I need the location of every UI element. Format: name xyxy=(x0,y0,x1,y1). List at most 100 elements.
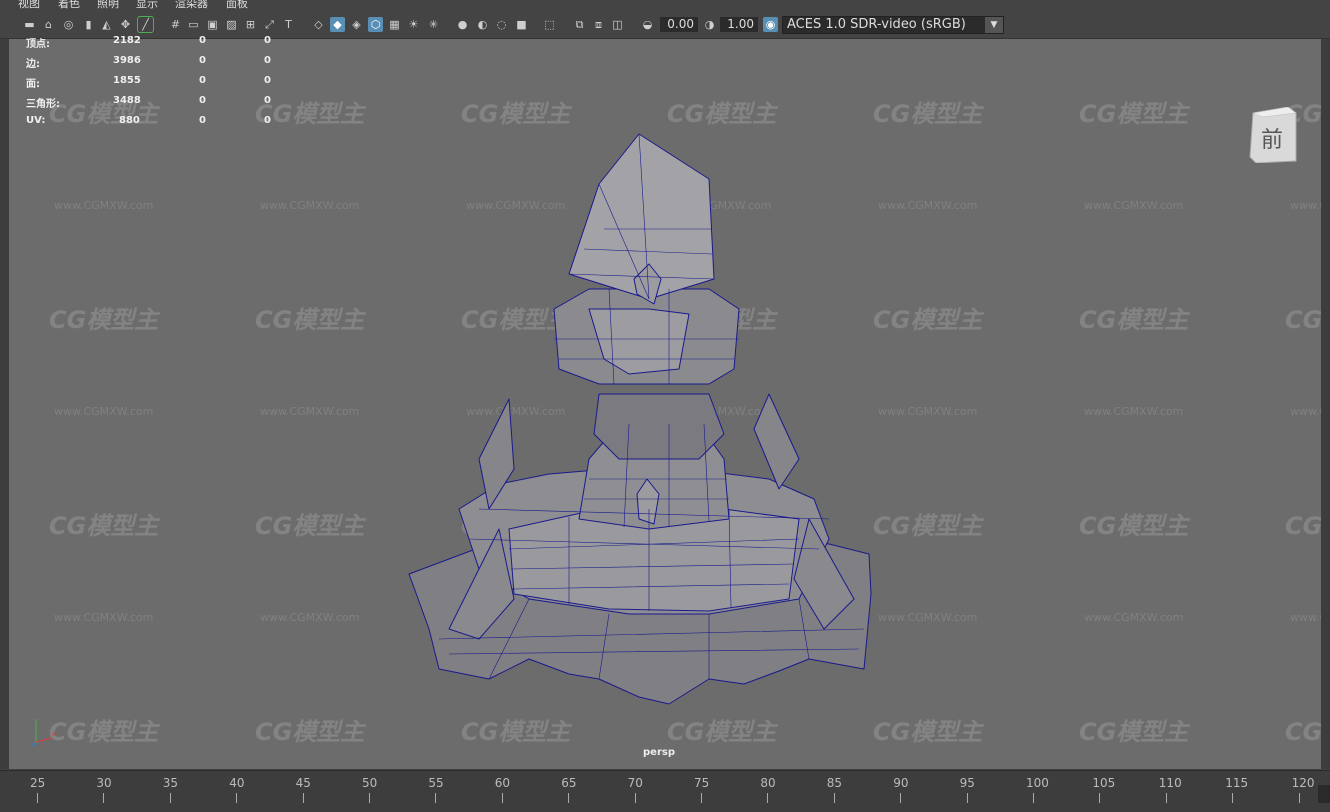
exposure-icon[interactable]: ◒ xyxy=(640,17,655,32)
menu-panels[interactable]: 面板 xyxy=(226,0,248,9)
menu-show[interactable]: 显示 xyxy=(136,0,158,9)
timeline-frame-label: 80 xyxy=(760,776,776,790)
timeline-frame-label: 50 xyxy=(362,776,378,790)
timeline-tick xyxy=(900,793,902,803)
left-panel-edge xyxy=(0,39,9,769)
timeline-frame-label: 85 xyxy=(826,776,843,790)
timeline-tick xyxy=(568,793,570,803)
timeline-corner-button[interactable] xyxy=(1318,785,1330,803)
stat-value: 1855 xyxy=(113,75,141,86)
stat-value: 0 xyxy=(199,55,206,66)
use-lights-icon[interactable]: ☀ xyxy=(406,17,421,32)
field-chart-icon[interactable]: ⊞ xyxy=(243,17,258,32)
color-mgmt-icon[interactable]: ◉ xyxy=(763,17,778,32)
axis-gizmo: y x xyxy=(31,718,56,747)
menu-renderer[interactable]: 渲染器 xyxy=(175,0,208,9)
timeline-tick xyxy=(833,793,835,803)
safe-action-icon[interactable]: ⤢ xyxy=(262,17,277,32)
2d-pan-icon[interactable]: ✥ xyxy=(118,17,133,32)
backface-icon[interactable]: ◫ xyxy=(610,17,625,32)
xray-icon[interactable]: ▦ xyxy=(387,17,402,32)
timeline-frame-label: 75 xyxy=(694,776,710,790)
gamma-field[interactable]: 1.00 xyxy=(720,17,758,32)
stat-row-vertices: 顶点: 2182 0 0 xyxy=(18,35,278,50)
menu-view[interactable]: 视图 xyxy=(18,0,40,9)
exposure-field[interactable]: 0.00 xyxy=(660,17,698,32)
tower-model[interactable] xyxy=(9,39,1321,769)
stat-value: 0 xyxy=(264,55,271,66)
timeline-tick xyxy=(236,793,238,803)
grid-icon[interactable]: # xyxy=(168,17,183,32)
multisample-icon[interactable]: ◌ xyxy=(494,17,509,32)
film-gate-icon[interactable]: ▭ xyxy=(186,17,201,32)
xray-active-icon[interactable]: ⧈ xyxy=(591,17,606,32)
timeline-tick xyxy=(1033,793,1034,803)
ambient-occlusion-icon[interactable]: ● xyxy=(455,17,470,32)
timeline-frame-label: 70 xyxy=(627,776,643,790)
timeline-frame-label: 25 xyxy=(30,776,46,790)
camera-attr-icon[interactable]: ◎ xyxy=(61,17,76,32)
axis-x-label: x xyxy=(52,730,56,738)
view-cube[interactable]: 前 xyxy=(1248,107,1298,163)
motion-blur-icon[interactable]: ◐ xyxy=(475,17,490,32)
stat-value: 0 xyxy=(264,35,271,46)
grease-pencil-icon[interactable]: ╱ xyxy=(137,16,154,33)
view-cube-face-label: 前 xyxy=(1261,128,1283,153)
timeline-tick xyxy=(1099,793,1101,803)
right-panel-edge xyxy=(1321,39,1330,769)
smooth-shade-icon[interactable]: ◆ xyxy=(330,17,345,32)
timeline-frame-label: 90 xyxy=(893,776,909,790)
timeline-tick xyxy=(103,793,105,803)
camera-icon[interactable]: ▬ xyxy=(22,17,37,32)
wireframe-on-shaded-icon[interactable]: ⬡ xyxy=(368,17,383,32)
stat-value: 3986 xyxy=(113,55,141,66)
camera-name-label: persp xyxy=(643,747,675,758)
image-plane-icon[interactable]: ◭ xyxy=(99,17,114,32)
shadows-icon[interactable]: ✳ xyxy=(426,17,441,32)
stat-row-uvs: UV: 880 0 0 xyxy=(18,115,278,129)
timeline-tick xyxy=(701,793,702,803)
stat-label: UV: xyxy=(26,115,46,126)
xray-joints-icon[interactable]: ⧉ xyxy=(572,17,587,32)
timeline-tick xyxy=(1298,793,1300,803)
menu-lighting[interactable]: 照明 xyxy=(97,0,119,9)
timeline-frame-label: 120 xyxy=(1291,776,1315,790)
wireframe-icon[interactable]: ◇ xyxy=(311,17,326,32)
depth-of-field-icon[interactable]: ■ xyxy=(514,17,529,32)
safe-title-icon[interactable]: T xyxy=(281,17,296,32)
chevron-down-icon[interactable]: ▼ xyxy=(985,17,1003,33)
timeline-frame-label: 115 xyxy=(1225,776,1249,790)
stat-row-edges: 边: 3986 0 0 xyxy=(18,55,278,70)
color-space-dropdown[interactable]: ACES 1.0 SDR-video (sRGB) ▼ xyxy=(782,16,1004,34)
timeline-tick xyxy=(767,793,769,803)
bookmark-icon[interactable]: ▮ xyxy=(81,17,96,32)
camera-lock-icon[interactable]: ⌂ xyxy=(41,17,56,32)
stat-row-faces: 面: 1855 0 0 xyxy=(18,75,278,90)
timeline-tick xyxy=(1165,793,1167,803)
stat-label: 三角形: xyxy=(26,99,60,110)
time-slider[interactable]: 25 30 35 40 45 50 55 60 65 70 75 80 85 90 95 100 105 110 1… xyxy=(0,770,1330,812)
timeline-frame-label: 95 xyxy=(959,776,975,790)
3d-viewport[interactable]: CG模型主CG模型主CG模型主CG模型主CG模型主CG模型主CG模型主CG模型主… xyxy=(9,39,1321,769)
stat-label: 边: xyxy=(26,59,40,70)
timeline-frame-label: 45 xyxy=(295,776,311,790)
gamma-icon[interactable]: ◑ xyxy=(702,17,717,32)
timeline-tick xyxy=(37,793,38,803)
stat-value: 3488 xyxy=(113,95,141,106)
timeline-tick xyxy=(634,793,636,803)
isolate-select-icon[interactable]: ⬚ xyxy=(542,17,557,32)
default-material-icon[interactable]: ◈ xyxy=(349,17,364,32)
menu-shading[interactable]: 着色 xyxy=(58,0,80,9)
timeline-tick xyxy=(501,793,503,803)
resolution-gate-icon[interactable]: ▣ xyxy=(205,17,220,32)
mesh-band xyxy=(593,393,725,460)
gate-mask-icon[interactable]: ▨ xyxy=(224,17,239,32)
stat-value: 0 xyxy=(199,115,206,126)
stat-value: 0 xyxy=(264,75,271,86)
timeline-frame-label: 30 xyxy=(96,776,112,790)
stat-value: 0 xyxy=(199,95,206,106)
stat-value: 0 xyxy=(199,75,206,86)
timeline-tick xyxy=(1232,793,1234,803)
color-space-value: ACES 1.0 SDR-video (sRGB) xyxy=(787,17,966,32)
timeline-tick xyxy=(302,793,304,803)
